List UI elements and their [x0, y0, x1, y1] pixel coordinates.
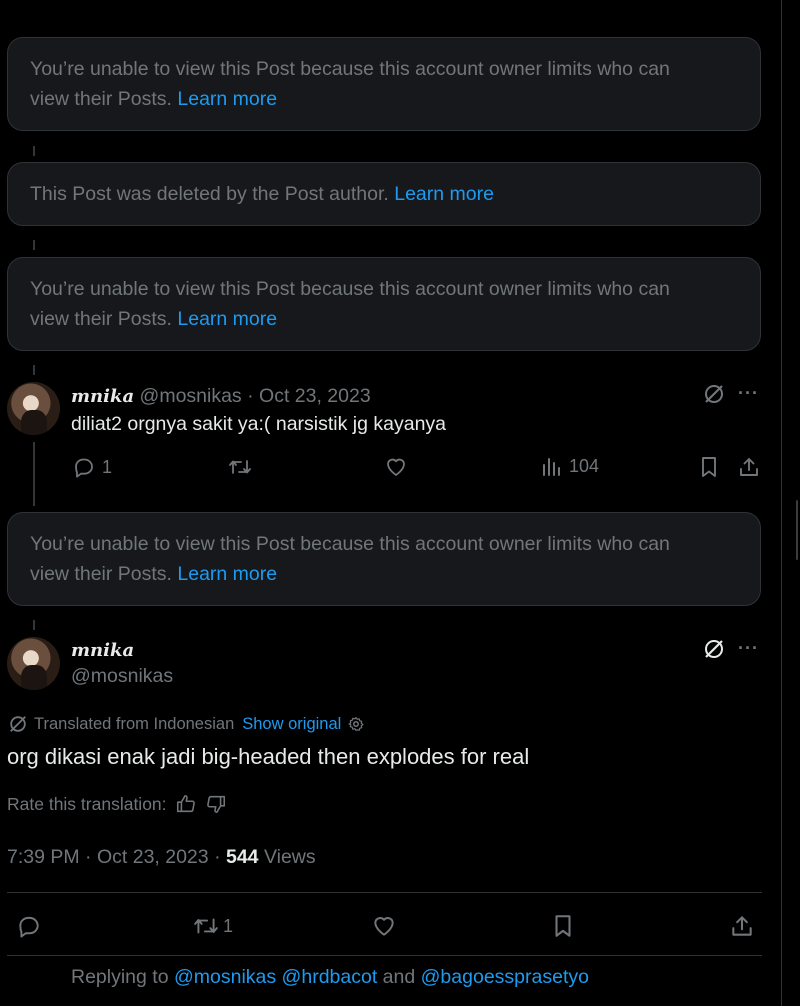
reply-icon [72, 455, 96, 479]
repost-button[interactable] [227, 455, 253, 479]
notice-text: view their Posts. [30, 308, 172, 330]
avatar[interactable] [7, 637, 60, 690]
notice-text: This Post was deleted by the Post author… [30, 183, 389, 205]
user-handle[interactable]: @mosnikas [71, 663, 173, 689]
post-meta: 7:39 PM · Oct 23, 2023 · 544 Views [7, 843, 316, 871]
show-original-link[interactable]: Show original [242, 712, 341, 736]
and-text: and [382, 966, 416, 988]
learn-more-link[interactable]: Learn more [177, 563, 277, 585]
avatar[interactable] [7, 382, 60, 435]
timeline-border [781, 0, 782, 1006]
scrollbar[interactable] [796, 500, 798, 560]
share-button[interactable] [737, 455, 761, 479]
notice-text: You’re unable to view this Post because … [30, 278, 670, 300]
views-label: Views [263, 846, 316, 868]
learn-more-link[interactable]: Learn more [177, 88, 277, 110]
thread-connector [33, 442, 35, 506]
share-icon [737, 455, 761, 479]
translated-label: Translated from Indonesian [34, 715, 235, 733]
repost-icon [191, 913, 221, 939]
divider [7, 955, 762, 956]
analytics-icon [541, 455, 563, 477]
rate-label: Rate this translation: [7, 794, 167, 814]
divider [7, 892, 762, 893]
separator: · [85, 846, 92, 868]
bookmark-button[interactable] [551, 913, 575, 939]
reply-post-header: mnika @mosnikas · Oct 23, 2023 [71, 383, 371, 410]
restricted-post-notice: You’re unable to view this Post because … [7, 512, 761, 606]
restricted-post-notice: You’re unable to view this Post because … [7, 37, 761, 131]
thread-connector [33, 146, 35, 156]
heart-icon [371, 913, 397, 939]
separator: · [214, 846, 221, 868]
post-date[interactable]: Oct 23, 2023 [259, 385, 371, 407]
grok-icon[interactable] [703, 383, 725, 405]
like-button[interactable] [371, 913, 397, 939]
view-count: 544 [225, 846, 259, 868]
reply-button[interactable] [16, 913, 42, 939]
post-text: diliat2 orgnya sakit ya:( narsistik jg k… [71, 413, 447, 435]
mention-link[interactable]: @bagoessprasetyo [421, 966, 589, 988]
notice-text: You’re unable to view this Post because … [30, 533, 670, 555]
display-name[interactable]: mnika [71, 638, 134, 664]
views-button[interactable]: 104 [541, 455, 599, 477]
replying-to: Replying to @mosnikas @hrdbacot and @bag… [71, 963, 589, 991]
display-name[interactable]: mnika [71, 386, 134, 407]
restricted-post-notice: You’re unable to view this Post because … [7, 257, 761, 351]
thumbs-up-icon[interactable] [175, 793, 197, 815]
reply-button[interactable]: 1 [72, 455, 112, 479]
post-text: org dikasi enak jadi big-headed then exp… [7, 744, 530, 769]
thread-connector [33, 240, 35, 250]
more-options-button[interactable]: ··· [738, 638, 759, 659]
separator: · [247, 385, 254, 407]
thread-connector [33, 365, 35, 375]
deleted-post-notice: This Post was deleted by the Post author… [7, 162, 761, 226]
share-button[interactable] [729, 913, 755, 939]
reply-icon [16, 913, 42, 939]
repost-button[interactable]: 1 [191, 913, 233, 939]
post-time[interactable]: 7:39 PM [7, 846, 80, 868]
heart-icon [384, 455, 408, 479]
thread-connector [33, 620, 35, 630]
translation-bar: Translated from Indonesian Show original [8, 712, 365, 736]
more-options-button[interactable]: ··· [738, 383, 759, 404]
notice-text: You’re unable to view this Post because … [30, 58, 670, 80]
learn-more-link[interactable]: Learn more [177, 308, 277, 330]
reply-count: 1 [102, 456, 113, 477]
bookmark-button[interactable] [698, 455, 720, 479]
repost-count: 1 [223, 915, 234, 936]
bookmark-icon [551, 913, 575, 939]
bookmark-icon [698, 455, 720, 479]
like-button[interactable] [384, 455, 408, 479]
gear-icon[interactable] [347, 715, 365, 733]
grok-icon[interactable] [703, 638, 725, 660]
post-date[interactable]: Oct 23, 2023 [97, 846, 209, 868]
notice-text: view their Posts. [30, 563, 172, 585]
thumbs-down-icon[interactable] [205, 793, 227, 815]
learn-more-link[interactable]: Learn more [394, 183, 494, 205]
grok-icon [8, 714, 28, 734]
share-icon [729, 913, 755, 939]
rate-translation-bar: Rate this translation: [7, 792, 227, 816]
view-count: 104 [569, 455, 600, 476]
mention-links[interactable]: @mosnikas @hrdbacot [174, 966, 377, 988]
replying-prefix: Replying to [71, 966, 169, 988]
user-handle[interactable]: @mosnikas [140, 385, 242, 407]
notice-text: view their Posts. [30, 88, 172, 110]
repost-icon [227, 455, 253, 479]
